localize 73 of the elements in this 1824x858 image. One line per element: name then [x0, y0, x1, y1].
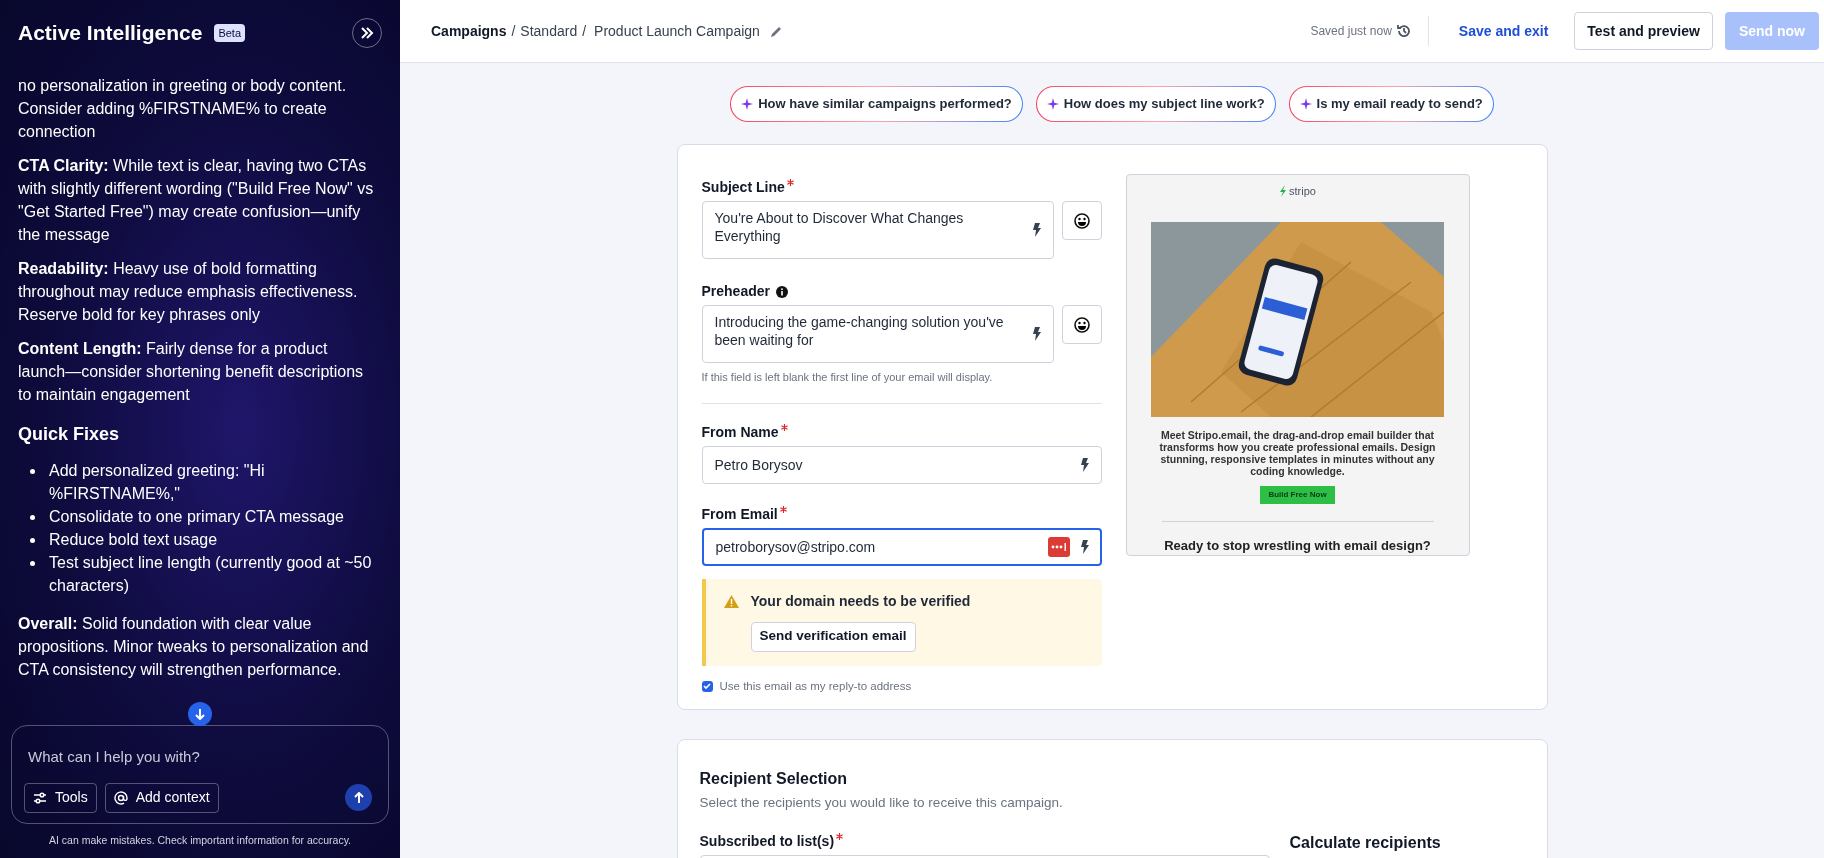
emoji-button[interactable] — [1061, 201, 1102, 240]
history-icon[interactable] — [1395, 23, 1412, 39]
warning-icon — [723, 594, 739, 608]
sidebar-title: Active Intelligence — [18, 20, 203, 47]
emoji-button[interactable] — [1061, 305, 1102, 344]
sliders-icon — [33, 790, 47, 805]
lightning-icon[interactable] — [1032, 327, 1042, 341]
suggestion-chip[interactable]: How does my subject line work? — [1035, 86, 1276, 122]
bullet-icon — [30, 469, 35, 474]
beta-badge: Beta — [214, 23, 246, 43]
field-label: Subject Line — [701, 178, 785, 197]
bullet-icon — [30, 538, 35, 543]
stripo-logo: stripo — [1279, 183, 1316, 200]
tools-button[interactable]: Tools — [24, 782, 97, 813]
suggestion-chip[interactable]: How have similar campaigns performed? — [730, 86, 1023, 122]
sparkle-icon — [1046, 98, 1059, 110]
verification-button[interactable]: Send verification email — [750, 621, 916, 652]
bullet-icon — [30, 515, 35, 520]
message-paragraph: no personalization in greeting or body content. Consider adding %FIRSTNAME% to create connection — [18, 76, 348, 142]
sparkle-icon — [1299, 98, 1312, 110]
smiley-icon — [1073, 316, 1090, 333]
disclaimer-text: AI can make mistakes. Check important information for accuracy. — [47, 833, 353, 849]
lightning-icon[interactable] — [1032, 223, 1042, 237]
send-message-button[interactable] — [345, 784, 372, 812]
breadcrumb-link[interactable]: Standard — [520, 20, 578, 42]
field-label: From Name — [701, 422, 779, 442]
email-body-text: Meet Stripo.email, the drag-and-drop email builder that transforms how you create professional emails. Design stunning, responsive templates in minutes without any coding knowledge. — [1158, 428, 1437, 477]
checkbox-label: Use this email as my reply-to address — [719, 678, 912, 694]
arrow-up-icon — [352, 791, 365, 804]
arrow-down-icon — [194, 708, 206, 720]
message-heading: Quick Fixes — [18, 423, 121, 446]
list-item-text: Add personalized greeting: "Hi %FIRSTNAME%," — [49, 461, 266, 504]
chat-input[interactable]: What can I help you with? — [28, 746, 372, 769]
list-item-text: Reduce bold text usage — [49, 530, 218, 550]
double-chevron-icon — [360, 26, 374, 40]
breadcrumb-separator: / — [511, 21, 516, 41]
smiley-icon — [1073, 212, 1090, 229]
field-hint: If this field is left blank the first line of your email will display. — [701, 370, 994, 385]
add-context-button[interactable]: Add context — [104, 782, 219, 813]
from-name-field[interactable]: Petro Borysov — [701, 445, 1102, 484]
message-paragraph: CTA Clarity: While text is clear, having two CTAs with slightly different wording ("Build Free Now" vs "Get Started Free") may create confusion—unify the message — [18, 156, 375, 245]
field-label: Preheader — [701, 282, 770, 301]
field-label: Subscribed to list(s) — [699, 832, 835, 852]
sparkle-icon — [741, 98, 754, 110]
suggestion-chip[interactable]: Is my email ready to send? — [1288, 86, 1494, 122]
preview-button[interactable]: Test and preview — [1574, 12, 1713, 50]
section-subtitle: Select the recipients you would like to receive this campaign. — [699, 794, 1064, 812]
reply-to-checkbox[interactable] — [701, 680, 713, 692]
section-title: Recipient Selection — [699, 769, 849, 789]
info-icon[interactable] — [776, 285, 788, 298]
field-label: From Email — [701, 504, 778, 524]
bullet-icon — [30, 561, 35, 566]
preheader-field[interactable]: Introducing the game-changing solution you've been waiting for — [701, 305, 1054, 363]
save-status: Saved just now — [1310, 23, 1392, 40]
list-item-text: Test subject line length (currently good at ~50 characters) — [49, 553, 373, 596]
calculate-title: Calculate recipients — [1289, 833, 1442, 854]
scroll-down-button[interactable] — [188, 702, 212, 726]
pencil-icon[interactable] — [769, 24, 783, 38]
lightning-icon[interactable] — [1080, 457, 1090, 472]
save-exit-link[interactable]: Save and exit — [1444, 12, 1563, 50]
email-heading: Ready to stop wrestling with email design? — [1164, 536, 1431, 555]
breadcrumb-separator: / — [582, 21, 587, 41]
at-sign-icon — [113, 790, 128, 805]
subject-field[interactable]: You're About to Discover What Changes Everything — [701, 201, 1054, 259]
breadcrumb-link[interactable]: Campaigns — [431, 20, 507, 42]
warning-message: Your domain needs to be verified — [750, 591, 971, 611]
message-paragraph: Overall: Solid foundation with clear value propositions. Minor tweaks to personalization and CTA consistency will strengthen performance. — [18, 614, 370, 680]
campaign-name: Product Launch Campaign — [594, 21, 760, 41]
message-paragraph: Content Length: Fairly dense for a product launch—consider shortening benefit descriptions to maintain engagement — [18, 339, 365, 405]
list-item-text: Consolidate to one primary CTA message — [49, 507, 344, 527]
lightning-icon[interactable] — [1080, 539, 1090, 554]
message-paragraph: Readability: Heavy use of bold formatting throughout may reduce emphasis effectiveness. Reserve bold for key phrases only — [18, 259, 359, 325]
from-email-field[interactable]: petroborysov@stripo.com — [701, 527, 1102, 566]
